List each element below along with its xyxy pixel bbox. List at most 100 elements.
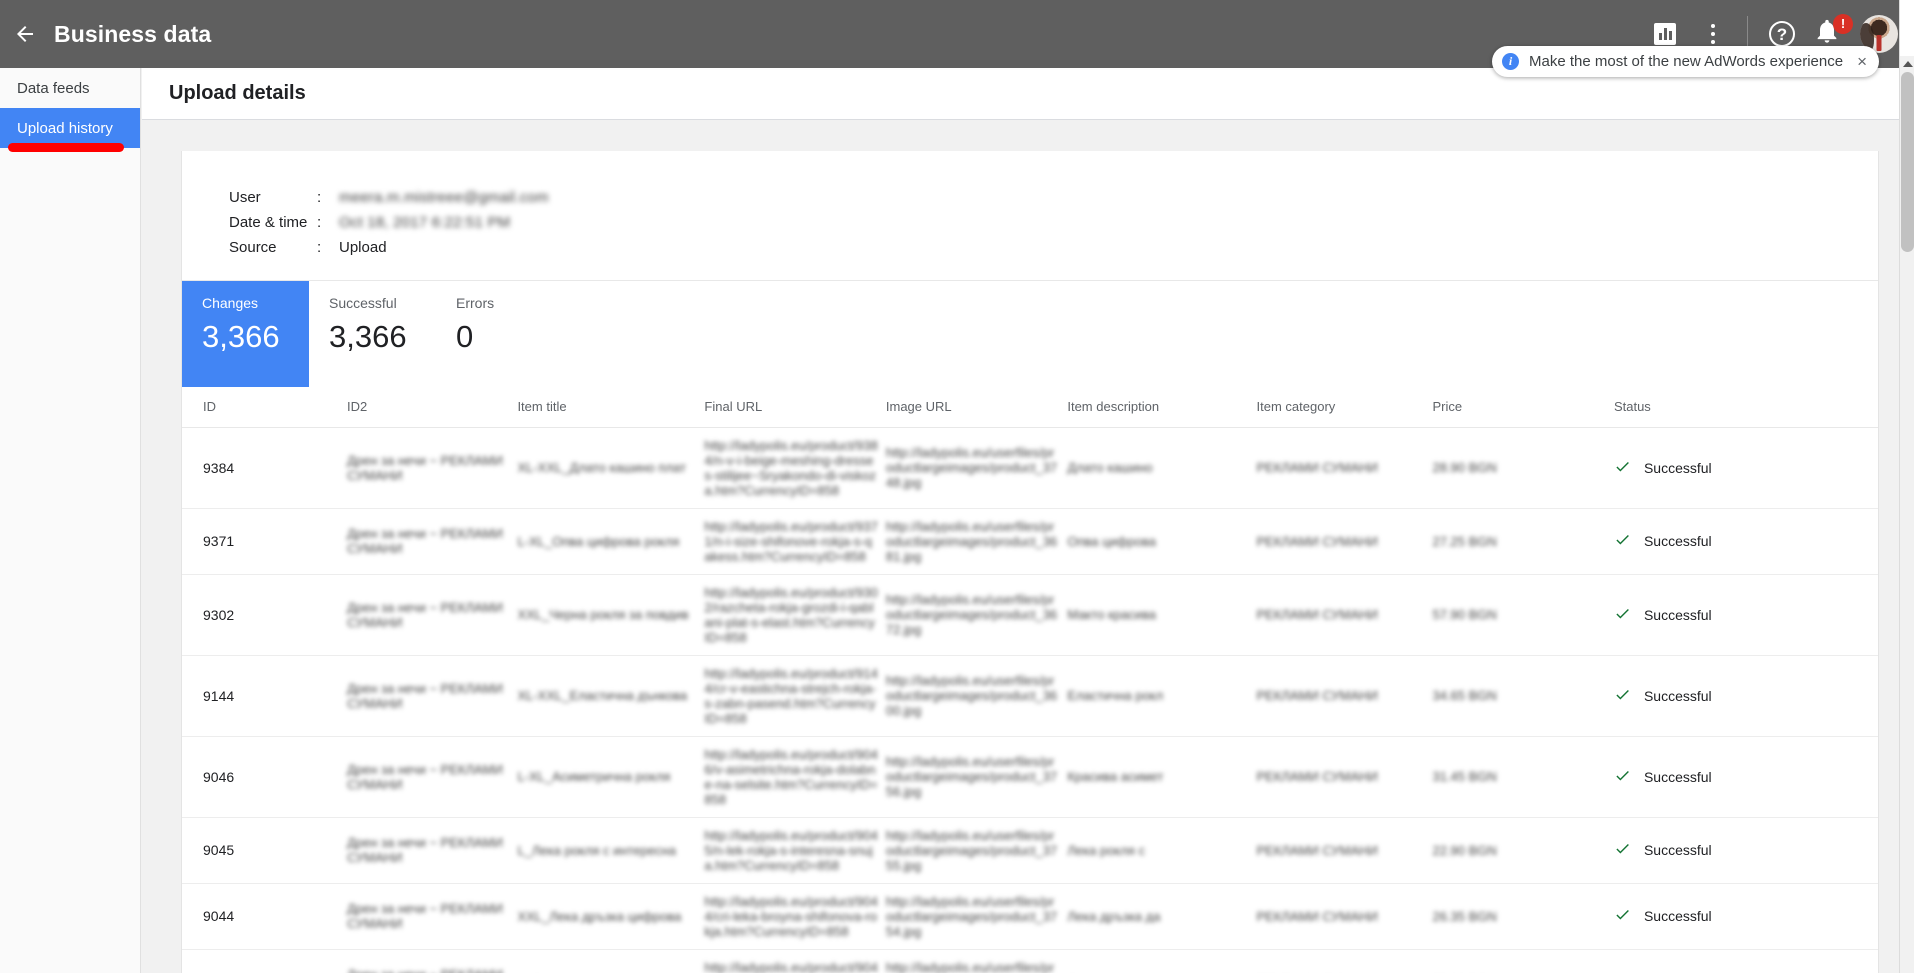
column-header-price[interactable]: Price [1432, 387, 1613, 427]
cell-price: 57.90 BGN [1432, 574, 1613, 655]
table-header-row: ID ID2 Item title Final URL Image URL It… [182, 387, 1878, 427]
cell-item-title: L_Лека рокля с интересна [517, 817, 704, 883]
page-scrollbar[interactable] [1899, 0, 1914, 973]
meta-value-source: Upload [339, 239, 387, 256]
cell-status: Successful [1614, 949, 1878, 973]
cell-final-url: http://ladypolis.eu/product/9046/v-asime… [704, 736, 885, 817]
meta-label: Date & time [229, 214, 317, 231]
green-check-icon [1614, 605, 1631, 625]
table-row[interactable]: 9144Дрен за нечи ~ РЕКЛАМИ СУМАНИXL-XXL_… [182, 655, 1878, 736]
cell-status: Successful [1614, 655, 1878, 736]
cell-status: Successful [1614, 817, 1878, 883]
status-label: Successful [1644, 533, 1712, 549]
cell-item-title: L_Синя триъгълна рокля [517, 949, 704, 973]
upload-details-card: User : meera.m.mistreee@gmail.com Date &… [181, 151, 1879, 973]
status-label: Successful [1644, 769, 1712, 785]
cell-image-url: http://ladypolis.eu/userfiles/productlar… [886, 817, 1067, 883]
stat-value: 3,366 [329, 319, 436, 355]
green-check-icon [1614, 767, 1631, 787]
column-header-status[interactable]: Status [1614, 387, 1878, 427]
cell-image-url: http://ladypolis.eu/userfiles/productlar… [886, 508, 1067, 574]
sidebar-item-data-feeds[interactable]: Data feeds [0, 68, 140, 108]
cell-item-description: Еластична рокл [1067, 655, 1256, 736]
cell-item-category: РЕКЛАМИ СУМАНИ [1257, 508, 1433, 574]
back-arrow-icon[interactable] [10, 19, 40, 49]
cell-item-title: XL-XXL_Длато кашино плат [517, 427, 704, 508]
cell-item-description: Опва цифрова [1067, 508, 1256, 574]
cell-item-category: РЕКЛАМИ СУМАНИ [1257, 427, 1433, 508]
app-title: Business data [54, 21, 211, 48]
column-header-id2[interactable]: ID2 [347, 387, 517, 427]
table-row[interactable]: 9046Дрен за нечи ~ РЕКЛАМИ СУМАНИL-XL_Ас… [182, 736, 1878, 817]
meta-separator: : [317, 189, 339, 206]
cell-final-url: http://ladypolis.eu/product/9384/n-v-i-b… [704, 427, 885, 508]
table-row[interactable]: 9302Дрен за нечи ~ РЕКЛАМИ СУМАНИXXL_Чер… [182, 574, 1878, 655]
column-header-item-cat[interactable]: Item category [1257, 387, 1433, 427]
cell-id: 9144 [182, 655, 347, 736]
cell-status: Successful [1614, 508, 1878, 574]
meta-label: User [229, 189, 317, 206]
cell-item-description: Синя триъгълна [1067, 949, 1256, 973]
cell-item-category: РЕКЛАМИ СУМАНИ [1257, 949, 1433, 973]
page-title: Upload details [169, 82, 306, 105]
table-body: 9384Дрен за нечи ~ РЕКЛАМИ СУМАНИXL-XXL_… [182, 427, 1878, 973]
cell-image-url: http://ladypolis.eu/userfiles/productlar… [886, 427, 1067, 508]
cell-item-description: Длато кашино [1067, 427, 1256, 508]
status-label: Successful [1644, 908, 1712, 924]
stat-card-changes[interactable]: Changes 3,366 [182, 281, 309, 387]
table-row[interactable]: 9044Дрен за нечи ~ РЕКЛАМИ СУМАНИXXL_Лек… [182, 883, 1878, 949]
cell-final-url: http://ladypolis.eu/product/9302/razchet… [704, 574, 885, 655]
table-row[interactable]: 9043Дрен за нечи ~ РЕКЛАМИ СУМАНИL_Синя … [182, 949, 1878, 973]
status-label: Successful [1644, 460, 1712, 476]
cell-price: 27.25 BGN [1432, 508, 1613, 574]
cell-item-description: Красива асимет [1067, 736, 1256, 817]
sidebar-item-upload-history[interactable]: Upload history [0, 108, 140, 148]
cell-final-url: http://ladypolis.eu/product/9144/cr-v-ea… [704, 655, 885, 736]
cell-item-title: XXL_Лека дръзка цифрова [517, 883, 704, 949]
green-check-icon [1614, 686, 1631, 706]
column-header-id[interactable]: ID [182, 387, 347, 427]
column-header-image-url[interactable]: Image URL [886, 387, 1067, 427]
cell-final-url: http://ladypolis.eu/product/9371/n-i-siz… [704, 508, 885, 574]
status-label: Successful [1644, 607, 1712, 623]
main-content: Upload details User : meera.m.mistreee@g… [142, 68, 1899, 973]
upload-items-table: ID ID2 Item title Final URL Image URL It… [182, 387, 1878, 973]
sidebar: Data feeds Upload history [0, 68, 141, 973]
column-header-item-desc[interactable]: Item description [1067, 387, 1256, 427]
cell-id2: Дрен за нечи ~ РЕКЛАМИ СУМАНИ [347, 655, 517, 736]
chevron-up-icon[interactable] [1900, 56, 1914, 72]
cell-price: 26.35 BGN [1432, 883, 1613, 949]
table-row[interactable]: 9045Дрен за нечи ~ РЕКЛАМИ СУМАНИL_Лека … [182, 817, 1878, 883]
cell-price: 31.45 BGN [1432, 736, 1613, 817]
meta-row-source: Source : Upload [229, 235, 1878, 260]
stat-label: Changes [202, 295, 309, 311]
info-icon: i [1502, 53, 1519, 70]
cell-status: Successful [1614, 574, 1878, 655]
table-row[interactable]: 9384Дрен за нечи ~ РЕКЛАМИ СУМАНИXL-XXL_… [182, 427, 1878, 508]
scrollbar-track-top [1900, 0, 1914, 56]
cell-price: 34.65 BGN [1432, 655, 1613, 736]
scrollbar-thumb[interactable] [1901, 72, 1914, 252]
cell-id: 9371 [182, 508, 347, 574]
table-row[interactable]: 9371Дрен за нечи ~ РЕКЛАМИ СУМАНИL-XL_Оп… [182, 508, 1878, 574]
stat-card-successful[interactable]: Successful 3,366 [309, 281, 436, 387]
cell-final-url: http://ladypolis.eu/product/9045/n-lek-r… [704, 817, 885, 883]
close-icon[interactable]: × [1857, 53, 1867, 70]
stat-value: 0 [456, 319, 563, 355]
cell-id2: Дрен за нечи ~ РЕКЛАМИ СУМАНИ [347, 949, 517, 973]
cell-id2: Дрен за нечи ~ РЕКЛАМИ СУМАНИ [347, 427, 517, 508]
toast-message: Make the most of the new AdWords experie… [1529, 53, 1843, 70]
stat-label: Successful [329, 295, 436, 311]
column-header-item-title[interactable]: Item title [517, 387, 704, 427]
stat-card-errors[interactable]: Errors 0 [436, 281, 563, 387]
cell-item-category: РЕКЛАМИ СУМАНИ [1257, 655, 1433, 736]
cell-id2: Дрен за нечи ~ РЕКЛАМИ СУМАНИ [347, 817, 517, 883]
column-header-final-url[interactable]: Final URL [704, 387, 885, 427]
cell-id: 9044 [182, 883, 347, 949]
cell-price: 28.90 BGN [1432, 427, 1613, 508]
notification-badge: ! [1833, 14, 1853, 34]
stat-value: 3,366 [202, 319, 309, 355]
meta-value-user: meera.m.mistreee@gmail.com [339, 189, 549, 206]
meta-label: Source [229, 239, 317, 256]
status-label: Successful [1644, 688, 1712, 704]
